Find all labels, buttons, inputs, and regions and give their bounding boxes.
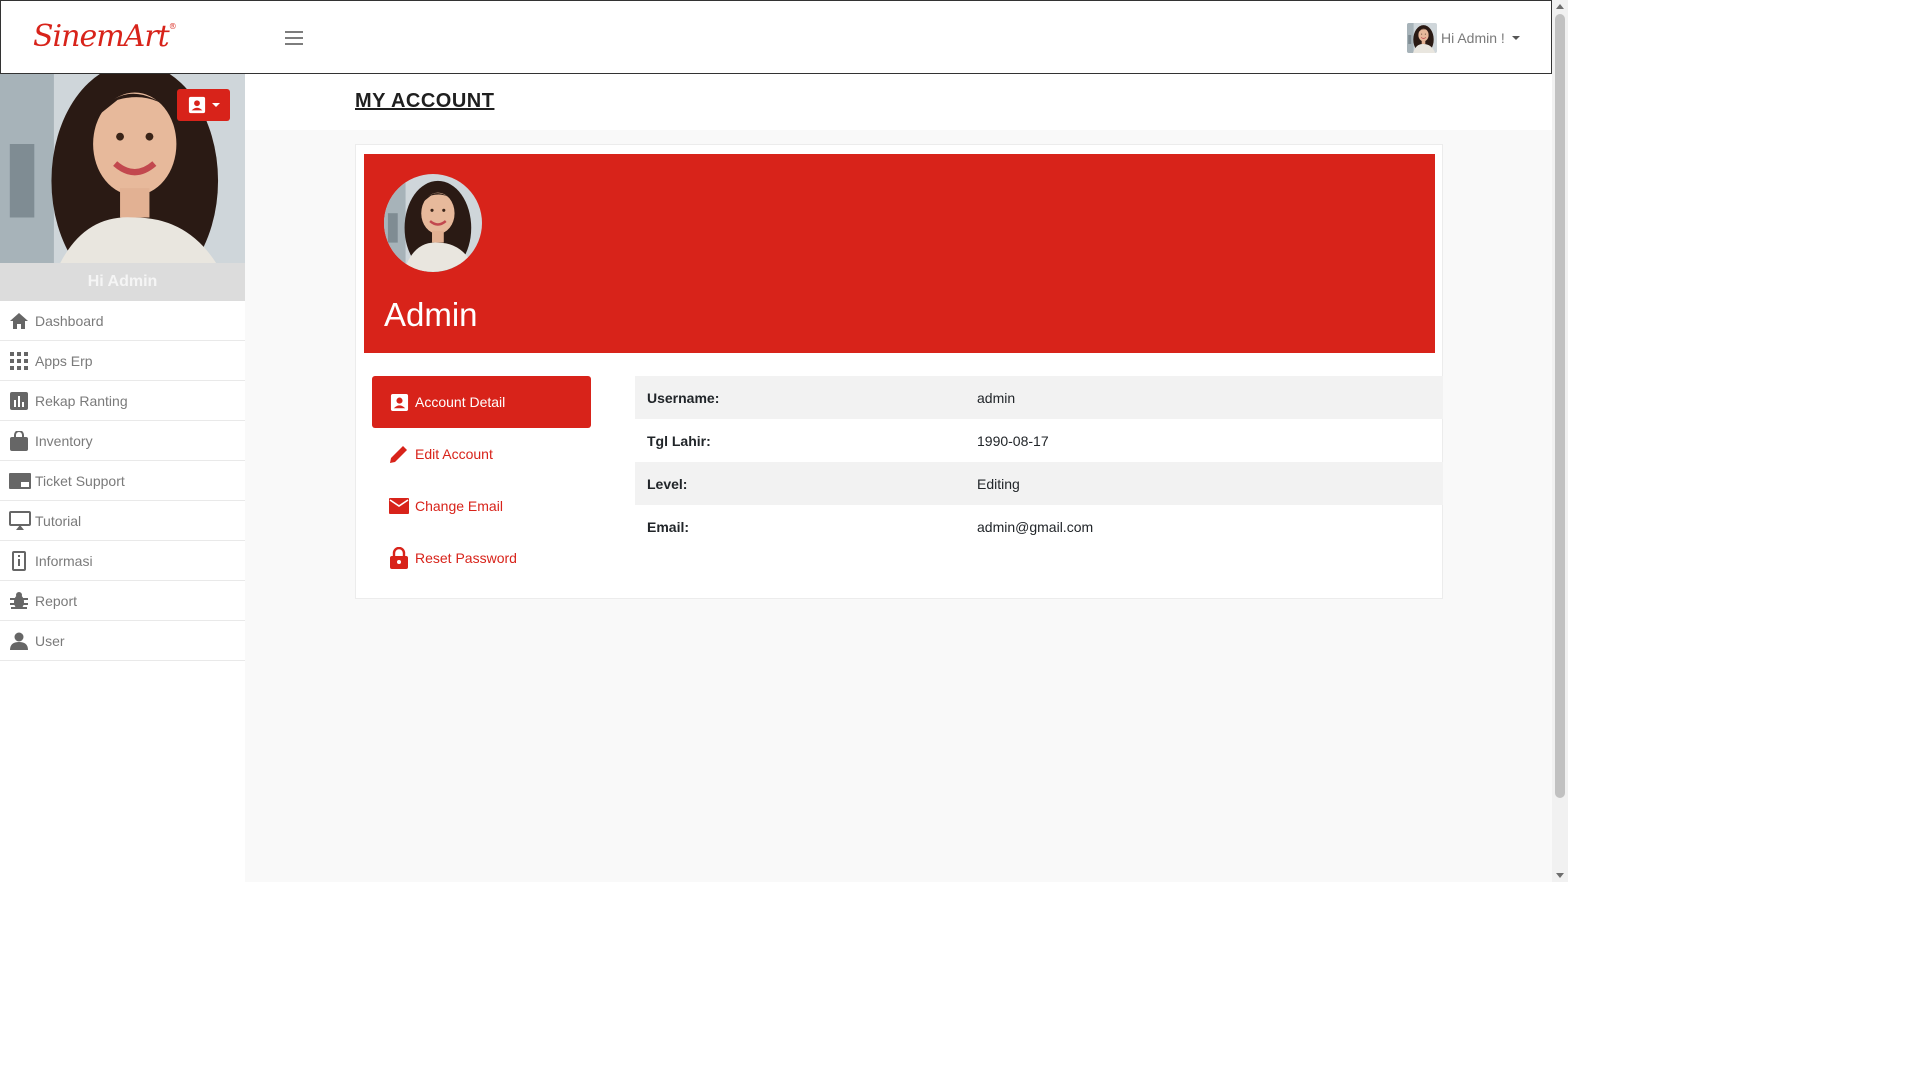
pencil-icon (389, 444, 409, 464)
monitor-icon (8, 510, 32, 531)
sidebar-item-label: Report (35, 592, 78, 609)
ticket-icon (8, 471, 32, 491)
detail-value: admin@gmail.com (977, 518, 1094, 535)
sidebar-item-label: User (35, 632, 65, 649)
hamburger-icon[interactable] (285, 31, 303, 45)
account-tabs: Account Detail Edit Account Change Email… (372, 376, 591, 584)
brand-logo-text: SinemArt (33, 19, 170, 54)
detail-key: Email: (647, 518, 690, 535)
sidebar-item-label: Inventory (35, 432, 93, 449)
envelope-icon (389, 496, 409, 516)
sidebar-item-report[interactable]: Report (0, 581, 245, 621)
contact-card-icon (188, 96, 205, 114)
brand-registered-mark: ® (168, 22, 177, 31)
tab-account-detail[interactable]: Account Detail (372, 376, 591, 428)
sidebar-item-label: Dashboard (35, 312, 104, 329)
grid-icon (9, 351, 29, 371)
sidebar-menu: Dashboard Apps Erp Rekap Ranting Invento… (0, 301, 245, 661)
account-details-table: Username: admin Tgl Lahir: 1990-08-17 Le… (635, 376, 1443, 548)
profile-banner: Admin (364, 154, 1435, 353)
scrollbar[interactable] (1552, 0, 1568, 882)
detail-key: Level: (647, 475, 688, 492)
scroll-up-arrow-icon[interactable] (1556, 4, 1564, 9)
top-navbar: SinemArt® Hi Admin ! (0, 0, 1552, 74)
sidebar-item-rekap-ranting[interactable]: Rekap Ranting (0, 381, 245, 421)
tab-label: Account Detail (415, 394, 506, 410)
sidebar-item-inventory[interactable]: Inventory (0, 421, 245, 461)
bar-chart-icon (9, 391, 29, 411)
tab-change-email[interactable]: Change Email (372, 480, 591, 532)
chevron-down-icon (1511, 36, 1520, 40)
sidebar-item-informasi[interactable]: Informasi (0, 541, 245, 581)
scrollbar-thumb[interactable] (1555, 14, 1565, 798)
sidebar-item-label: Apps Erp (35, 352, 93, 369)
main-content: MY ACCOUNT Admin Account Detail Edit Acc… (245, 74, 1552, 882)
detail-value: 1990-08-17 (977, 432, 1049, 449)
chevron-down-icon (211, 103, 220, 107)
info-icon (9, 550, 29, 571)
sidebar-item-ticket-support[interactable]: Ticket Support (0, 461, 245, 501)
shopping-bag-icon (9, 430, 29, 451)
account-card: Admin Account Detail Edit Account Change… (355, 144, 1443, 599)
detail-key: Tgl Lahir: (647, 432, 711, 449)
sidebar-item-label: Rekap Ranting (35, 392, 128, 409)
profile-name: Admin (384, 296, 478, 333)
profile-menu-button[interactable] (177, 89, 230, 121)
lock-icon (389, 547, 409, 569)
sidebar-item-label: Informasi (35, 552, 93, 569)
bug-icon (9, 591, 29, 611)
sidebar-profile-photo (0, 74, 245, 263)
user-icon (9, 631, 29, 651)
page-header: MY ACCOUNT (245, 74, 1552, 130)
tab-label: Edit Account (415, 446, 493, 462)
sidebar-item-user[interactable]: User (0, 621, 245, 661)
page-title: MY ACCOUNT (355, 90, 495, 112)
sidebar-item-label: Ticket Support (35, 472, 125, 489)
sidebar-item-tutorial[interactable]: Tutorial (0, 501, 245, 541)
detail-value: Editing (977, 475, 1020, 492)
avatar (1407, 23, 1437, 53)
detail-value: admin (977, 389, 1016, 406)
tab-label: Change Email (415, 498, 503, 514)
table-row: Username: admin (635, 376, 1443, 419)
sidebar-item-dashboard[interactable]: Dashboard (0, 301, 245, 341)
sidebar-item-label: Tutorial (35, 512, 82, 529)
tab-label: Reset Password (415, 550, 517, 566)
contact-card-icon (389, 392, 409, 412)
table-row: Email: admin@gmail.com (635, 505, 1443, 548)
user-greeting: Hi Admin ! (1441, 30, 1505, 46)
table-row: Level: Editing (635, 462, 1443, 505)
sidebar: Hi Admin Dashboard Apps Erp Rekap Rantin… (0, 74, 245, 882)
scroll-down-arrow-icon[interactable] (1556, 873, 1564, 878)
brand-logo[interactable]: SinemArt® (33, 19, 177, 54)
tab-edit-account[interactable]: Edit Account (372, 428, 591, 480)
home-icon (9, 311, 29, 331)
detail-key: Username: (647, 389, 720, 406)
user-dropdown[interactable]: Hi Admin ! (1407, 23, 1520, 53)
tab-reset-password[interactable]: Reset Password (372, 532, 591, 584)
sidebar-item-apps-erp[interactable]: Apps Erp (0, 341, 245, 381)
table-row: Tgl Lahir: 1990-08-17 (635, 419, 1443, 462)
avatar (384, 174, 482, 272)
sidebar-greeting: Hi Admin (0, 263, 245, 301)
